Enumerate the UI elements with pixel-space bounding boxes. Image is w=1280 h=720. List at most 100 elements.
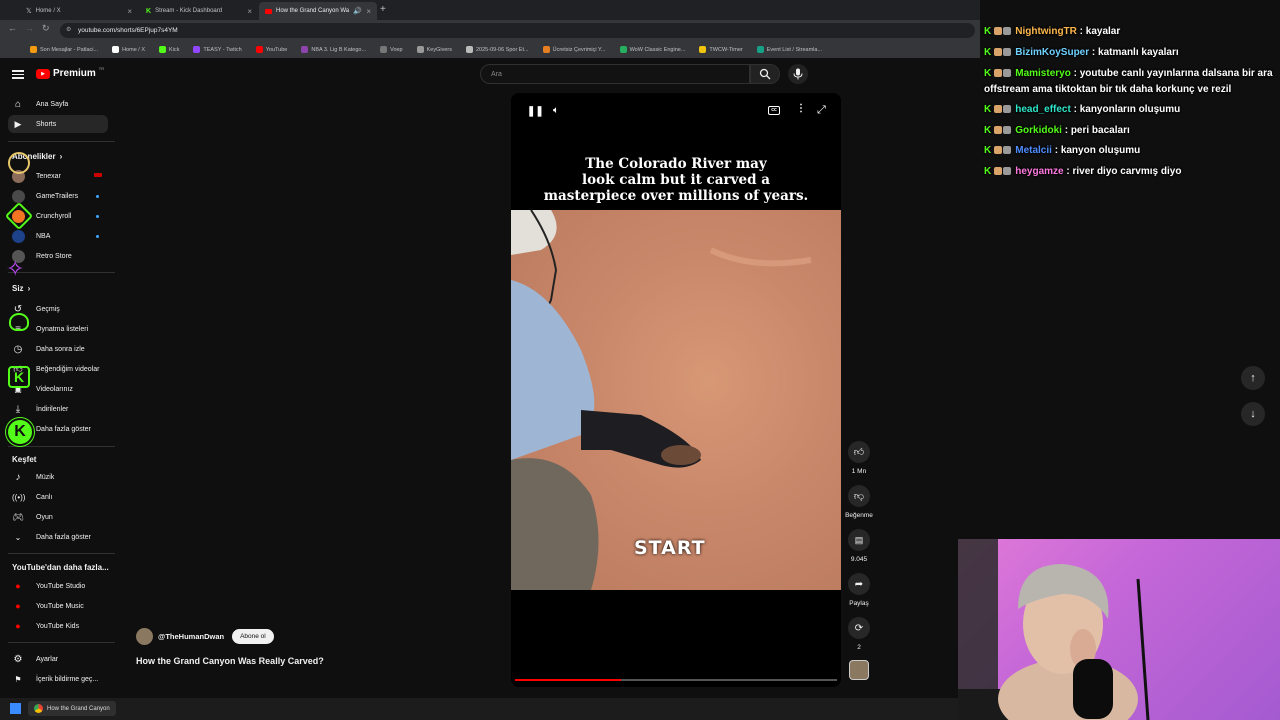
sidebar-item-youtube-kids[interactable]: ● YouTube Kids <box>8 617 108 635</box>
sidebar-item-home[interactable]: ⌂ Ana Sayfa <box>8 95 108 113</box>
subscribe-button[interactable]: Abone ol <box>232 629 274 644</box>
sidebar-item-label: İndirilenler <box>36 405 69 413</box>
bookmark-label: Home / X <box>122 46 146 53</box>
webcam-scene <box>958 539 1150 720</box>
gaming-icon: 🎮︎ <box>12 511 24 522</box>
url-field[interactable]: ⚙ youtube.com/shorts/6EPjup7s4YM <box>60 23 975 38</box>
sidebar-item-gametrailers[interactable]: GameTrailers <box>8 187 108 205</box>
sidebar-item-nba[interactable]: NBA <box>8 227 108 245</box>
home-icon: ⌂ <box>14 98 22 110</box>
share-button[interactable]: ➦ Paylaş <box>847 573 871 607</box>
bookmark-item[interactable]: Event List / Streamla... <box>756 46 822 53</box>
new-tab-button[interactable]: + <box>380 4 386 15</box>
chat-username[interactable]: Metalcii <box>1015 145 1052 156</box>
caption-line: masterpiece over millions of years. <box>543 188 809 204</box>
thumbs-down-icon: 👎︎ <box>853 491 865 502</box>
taskbar-app-chrome[interactable]: How the Grand Canyon <box>28 701 116 716</box>
sidebar-item-label: Canlı <box>36 493 53 501</box>
bookmark-item[interactable]: WoW Classic Engine... <box>619 46 685 53</box>
reload-icon[interactable]: ↻ <box>42 23 50 34</box>
bookmark-item[interactable]: 2025-09-06 Spor Et... <box>466 46 529 53</box>
bookmark-item[interactable]: NBA 3. Lig B Katego... <box>301 46 366 53</box>
back-icon[interactable]: ← <box>8 23 17 33</box>
search-button[interactable] <box>750 64 780 84</box>
new-content-dot <box>96 235 99 238</box>
chat-username[interactable]: Gorkidoki <box>1015 125 1062 136</box>
bookmark-item[interactable]: YouTube <box>255 46 287 53</box>
you-header[interactable]: Siz › <box>12 284 30 293</box>
windows-start-icon[interactable] <box>10 703 21 714</box>
chat-username[interactable]: BizimKoySuper <box>1015 47 1089 58</box>
tab-kick-dashboard[interactable]: K Stream - Kick Dashboard × <box>140 2 258 20</box>
clock-icon: ◷ <box>13 343 23 355</box>
flag-icon: ⚑ <box>14 674 22 684</box>
bookmark-item[interactable]: Ücretsiz Çevrimiçi Y... <box>542 46 606 53</box>
tab-youtube-short[interactable]: How the Grand Canyon Wa 🔊 × <box>259 2 377 20</box>
sidebar-item-report-history[interactable]: ⚑ İçerik bildirme geç... <box>8 670 108 688</box>
sidebar-item-gaming[interactable]: 🎮︎ Oyun <box>8 508 108 526</box>
chat-username[interactable]: Mamisteryo <box>1015 68 1071 79</box>
comments-button[interactable]: ▤ 9.045 <box>847 529 871 563</box>
shorts-player[interactable]: ❚❚ 🔈︎ cc ⋮ ⤢ The Colorado River may look… <box>511 93 841 687</box>
sidebar-divider <box>8 553 115 554</box>
like-button[interactable]: 👍︎ 1 Mn <box>847 441 871 475</box>
chat-separator: : <box>1061 125 1071 136</box>
pause-button[interactable]: ❚❚ <box>527 106 544 117</box>
sidebar-item-watch-later[interactable]: ◷ Daha sonra izle <box>8 340 108 358</box>
chat-username[interactable]: head_effect <box>1015 104 1071 115</box>
bookmark-item[interactable]: Voep <box>380 46 403 53</box>
bookmark-item[interactable]: KeyGivers <box>416 46 452 53</box>
menu-icon[interactable] <box>12 68 24 81</box>
sidebar-item-settings[interactable]: ⚙ Ayarlar <box>8 650 108 668</box>
sidebar-item-explore-more[interactable]: ⌄ Daha fazla göster <box>8 528 108 546</box>
sidebar-item-shorts[interactable]: ▶ Shorts <box>8 115 108 133</box>
sidebar-item-downloads[interactable]: ⤓ İndirilenler <box>8 400 108 418</box>
bookmark-item[interactable]: TEASY - Twitch <box>193 46 242 53</box>
fullscreen-button[interactable]: ⤢ <box>817 104 826 117</box>
sidebar-item-youtube-studio[interactable]: ● YouTube Studio <box>8 577 108 595</box>
caption-line: look calm but it carved a <box>582 172 770 188</box>
tab-x[interactable]: 𝕏 Home / X × <box>20 2 138 20</box>
bookmark-item[interactable]: Kick <box>159 46 179 53</box>
channel-handle[interactable]: @TheHumanDwan <box>158 632 224 641</box>
captions-button[interactable]: cc <box>768 106 780 115</box>
audio-thumbnail[interactable] <box>849 660 869 680</box>
youtube-logo-icon: ▶ <box>36 68 50 79</box>
site-info-icon[interactable]: ⚙ <box>66 26 71 33</box>
sidebar-item-youtube-music[interactable]: ● YouTube Music <box>8 597 108 615</box>
forward-icon[interactable]: → <box>25 23 34 33</box>
youtube-premium-logo[interactable]: ▶ Premium TR <box>36 66 104 79</box>
search-input[interactable]: Ara <box>480 64 750 84</box>
voice-search-button[interactable] <box>788 64 808 84</box>
close-icon[interactable]: × <box>127 7 132 16</box>
bookmark-item[interactable]: TWCW-Timer <box>699 46 743 53</box>
youtube-logo-icon <box>265 8 272 14</box>
kick-badge-icon: K <box>984 125 992 136</box>
sidebar-item-label: Daha sonra izle <box>36 345 85 353</box>
sidebar-item-live[interactable]: ((•)) Canlı <box>8 488 108 506</box>
remix-button[interactable]: ⟳ 2 <box>847 617 871 651</box>
video-title[interactable]: How the Grand Canyon Was Really Carved? <box>136 656 324 666</box>
bookmark-item[interactable]: Home / X <box>112 46 145 53</box>
gear-icon: ⚙ <box>13 653 23 665</box>
dislike-button[interactable]: 👎︎ Beğenme <box>845 485 873 519</box>
bookmark-label: TEASY - Twitch <box>203 46 242 53</box>
channel-avatar[interactable] <box>136 628 153 645</box>
overlay-ring-icon <box>8 152 30 174</box>
more-options-button[interactable]: ⋮ <box>796 104 806 114</box>
sidebar-item-label: Oyun <box>36 513 53 521</box>
chat-text: katmanlı kayaları <box>1098 47 1179 58</box>
chat-username[interactable]: heygamze <box>1015 166 1063 177</box>
sidebar-divider <box>8 642 115 643</box>
share-label: Paylaş <box>849 600 869 607</box>
comment-icon: ▤ <box>854 534 864 545</box>
close-icon[interactable]: × <box>366 7 371 16</box>
kick-badge-icon: K <box>984 26 992 37</box>
video-progress-bar[interactable] <box>515 679 837 681</box>
user-badges-icon <box>994 164 1012 180</box>
sidebar-item-music[interactable]: ♪ Müzik <box>8 468 108 486</box>
chat-username[interactable]: NightwingTR <box>1015 26 1077 37</box>
bookmark-item[interactable]: Son Mesajlar - Patlaci... <box>30 46 98 53</box>
close-icon[interactable]: × <box>247 7 252 16</box>
volume-button[interactable]: 🔈︎ <box>553 105 559 116</box>
